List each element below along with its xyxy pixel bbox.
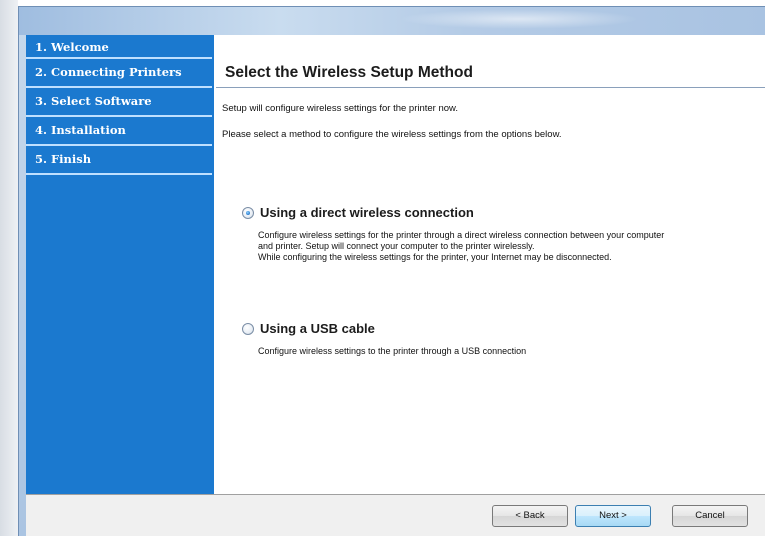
steps-sidebar: 1. Welcome 2. Connecting Printers 3. Sel…	[26, 35, 214, 494]
step-installation: 4. Installation	[26, 117, 212, 146]
setup-description: Setup will configure wireless settings f…	[222, 103, 459, 114]
description-line: and printer. Setup will connect your com…	[258, 241, 535, 251]
description-line: Configure wireless settings for the prin…	[258, 230, 665, 240]
step-select-software: 3. Select Software	[26, 88, 212, 117]
step-welcome: 1. Welcome	[26, 35, 212, 59]
button-bar	[26, 495, 765, 536]
title-divider	[216, 87, 765, 88]
desktop-edge	[0, 0, 18, 536]
usb-cable-label[interactable]: Using a USB cable	[260, 321, 375, 336]
step-connecting-printers: 2. Connecting Printers	[26, 59, 212, 88]
description-line: Configure wireless settings to the print…	[258, 346, 527, 356]
step-finish: 5. Finish	[26, 146, 212, 175]
usb-cable-radio[interactable]	[242, 323, 254, 335]
description-line: While configuring the wireless settings …	[258, 252, 612, 262]
cancel-button[interactable]: Cancel	[672, 505, 748, 527]
direct-wireless-description: Configure wireless settings for the prin…	[258, 230, 763, 263]
direct-wireless-label[interactable]: Using a direct wireless connection	[260, 205, 474, 220]
usb-cable-description: Configure wireless settings to the print…	[258, 346, 763, 357]
title-bar[interactable]	[19, 7, 765, 35]
back-button[interactable]: < Back	[492, 505, 568, 527]
selection-instructions: Please select a method to configure the …	[222, 129, 562, 140]
next-button[interactable]: Next >	[575, 505, 651, 527]
page-title: Select the Wireless Setup Method	[225, 64, 473, 81]
direct-wireless-radio[interactable]	[242, 207, 254, 219]
